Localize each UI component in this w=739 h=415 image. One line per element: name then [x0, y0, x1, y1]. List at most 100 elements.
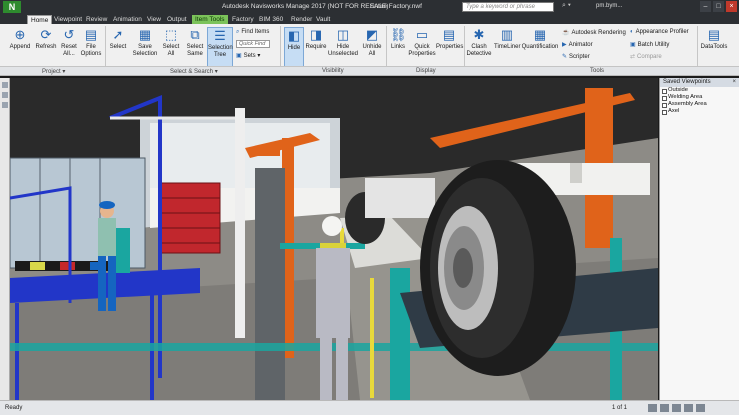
quantification-icon: ▦ — [533, 27, 547, 42]
saved-viewpoints-header: Saved Viewpoints × — [660, 78, 739, 87]
timeliner-icon: ▥ — [500, 27, 514, 42]
hide-unselected-button[interactable]: ◫ Hide Unselected — [328, 27, 358, 58]
compare-label: Compare — [637, 54, 662, 60]
batch-utility-label: Batch Utility — [637, 42, 670, 48]
tab-output[interactable]: Output — [167, 15, 187, 24]
viewpoint-item[interactable]: Welding Area — [660, 94, 739, 101]
web-server-icon[interactable] — [696, 404, 705, 412]
status-icons — [648, 404, 705, 412]
tree-icon: ☰ — [214, 28, 226, 43]
find-items-button[interactable]: ⌕ Find Items — [236, 29, 269, 36]
document-name: Entire Factory.nwf — [370, 3, 422, 10]
tab-review[interactable]: Review — [86, 15, 107, 24]
unhide-all-button[interactable]: ◩ Unhide All — [360, 27, 384, 58]
find-items-label: Find Items — [241, 29, 270, 35]
close-icon[interactable]: × — [732, 78, 736, 87]
compare-button[interactable]: ⇄ Compare — [630, 53, 662, 60]
viewpoint-item[interactable]: Axel — [660, 108, 739, 115]
dock-tab-icon[interactable] — [1, 92, 8, 98]
tab-factory[interactable]: Factory — [232, 15, 254, 24]
scripter-icon: ✎ — [562, 54, 568, 60]
select-all-button[interactable]: ⬚ Select All — [161, 27, 181, 58]
file-options-button[interactable]: ▤ File Options — [80, 27, 102, 58]
batch-utility-button[interactable]: ▣ Batch Utility — [630, 41, 669, 48]
tab-bim360[interactable]: BIM 360 — [259, 15, 283, 24]
user-account[interactable]: pm.bym... — [596, 3, 622, 9]
quick-properties-button[interactable]: ▭ Quick Properties — [408, 27, 436, 58]
datatools-button[interactable]: ▤ DataTools — [700, 27, 728, 51]
maximize-icon[interactable]: □ — [713, 1, 724, 12]
require-label: Require — [305, 44, 327, 50]
properties-button[interactable]: ▤ Properties — [436, 27, 463, 51]
tab-viewpoint[interactable]: Viewpoint — [54, 15, 82, 24]
save-selection-button[interactable]: ▦ Save Selection — [131, 27, 159, 58]
save-selection-icon: ▦ — [138, 27, 152, 42]
select-same-icon: ⧉ — [190, 27, 200, 42]
autodesk-rendering-button[interactable]: ☕ Autodesk Rendering — [562, 29, 626, 36]
tab-item-tools[interactable]: Item Tools — [192, 15, 228, 24]
tab-home[interactable]: Home — [27, 15, 53, 24]
disk-icon[interactable] — [684, 404, 693, 412]
hide-button[interactable]: ◧ Hide — [284, 27, 304, 67]
dock-tab-icon[interactable] — [1, 102, 8, 108]
select-all-icon: ⬚ — [164, 27, 178, 42]
timeliner-label: TimeLiner — [494, 44, 521, 50]
clash-detective-button[interactable]: ✱ Clash Detective — [466, 27, 492, 58]
navisworks-logo-icon[interactable]: N — [3, 1, 21, 13]
window-title: Autodesk Navisworks Manage 2017 (NOT FOR… — [222, 3, 389, 10]
refresh-button[interactable]: ⟳ Refresh — [34, 27, 58, 51]
hide-unselected-label: Hide Unselected — [328, 44, 359, 57]
sets-label: Sets — [243, 53, 256, 59]
binoculars-icon[interactable]: ⌕ ▾ — [562, 2, 571, 10]
performance-icon[interactable] — [660, 404, 669, 412]
tab-render[interactable]: Render — [291, 15, 312, 24]
appearance-profiler-button[interactable]: ◐ Appearance Profiler — [630, 29, 689, 35]
dock-tab-icon[interactable] — [1, 82, 8, 88]
panel-title-select-search[interactable]: Select & Search ▾ — [170, 68, 218, 75]
selection-tree-button[interactable]: ☰ Selection Tree — [207, 27, 233, 67]
viewpoint-item[interactable]: Outside — [660, 87, 739, 94]
quantification-label: Quantification — [521, 44, 559, 50]
tab-view[interactable]: View — [147, 15, 161, 24]
scripter-label: Scripter — [569, 54, 590, 60]
close-icon[interactable]: × — [726, 1, 737, 12]
3d-viewport[interactable] — [10, 78, 658, 400]
reset-all-button[interactable]: ↺ Reset All... — [59, 27, 79, 58]
select-same-button[interactable]: ⧉ Select Same — [184, 27, 206, 58]
status-bar: Ready 1 of 1 — [0, 400, 739, 415]
datatools-icon: ▤ — [707, 27, 721, 42]
window-controls: – □ × — [700, 1, 737, 12]
tab-animation[interactable]: Animation — [113, 15, 142, 24]
help-search-input[interactable]: Type a keyword or phrase — [462, 2, 554, 12]
animator-button[interactable]: ▶ Animator — [562, 41, 593, 48]
sheet-browser-icon[interactable] — [648, 404, 657, 412]
tab-vault[interactable]: Vault — [316, 15, 330, 24]
page-counter: 1 of 1 — [612, 405, 628, 411]
links-icon: ⛓ — [390, 27, 407, 42]
select-all-label: Select All — [162, 44, 180, 57]
select-button[interactable]: ➚ Select — [108, 27, 128, 51]
scripter-button[interactable]: ✎ Scripter — [562, 53, 590, 60]
append-button[interactable]: ⊕ Append — [8, 27, 32, 51]
sets-icon: ▣ — [236, 53, 242, 59]
hide-label: Hide — [287, 45, 301, 51]
saved-viewpoints-title: Saved Viewpoints — [663, 79, 711, 85]
append-label: Append — [9, 44, 31, 50]
viewpoint-item[interactable]: Assembly Area — [660, 101, 739, 108]
quantification-button[interactable]: ▦ Quantification — [521, 27, 559, 51]
cursor-icon: ➚ — [112, 27, 124, 42]
memory-icon[interactable] — [672, 404, 681, 412]
links-button[interactable]: ⛓ Links — [388, 27, 408, 51]
save-selection-label: Save Selection — [132, 44, 158, 57]
panel-title-project[interactable]: Project ▾ — [42, 68, 65, 75]
compare-icon: ⇄ — [630, 54, 636, 60]
minimize-icon[interactable]: – — [700, 1, 711, 12]
clash-detective-label: Clash Detective — [466, 44, 492, 57]
sets-dropdown[interactable]: ▣ Sets ▾ — [236, 52, 260, 59]
clash-icon: ✱ — [473, 27, 485, 42]
hide-unselected-icon: ◫ — [336, 27, 350, 42]
require-button[interactable]: ◨ Require — [305, 27, 327, 51]
select-same-label: Select Same — [186, 44, 204, 57]
quick-find-input[interactable]: Quick Find — [236, 40, 270, 48]
timeliner-button[interactable]: ▥ TimeLiner — [494, 27, 520, 51]
